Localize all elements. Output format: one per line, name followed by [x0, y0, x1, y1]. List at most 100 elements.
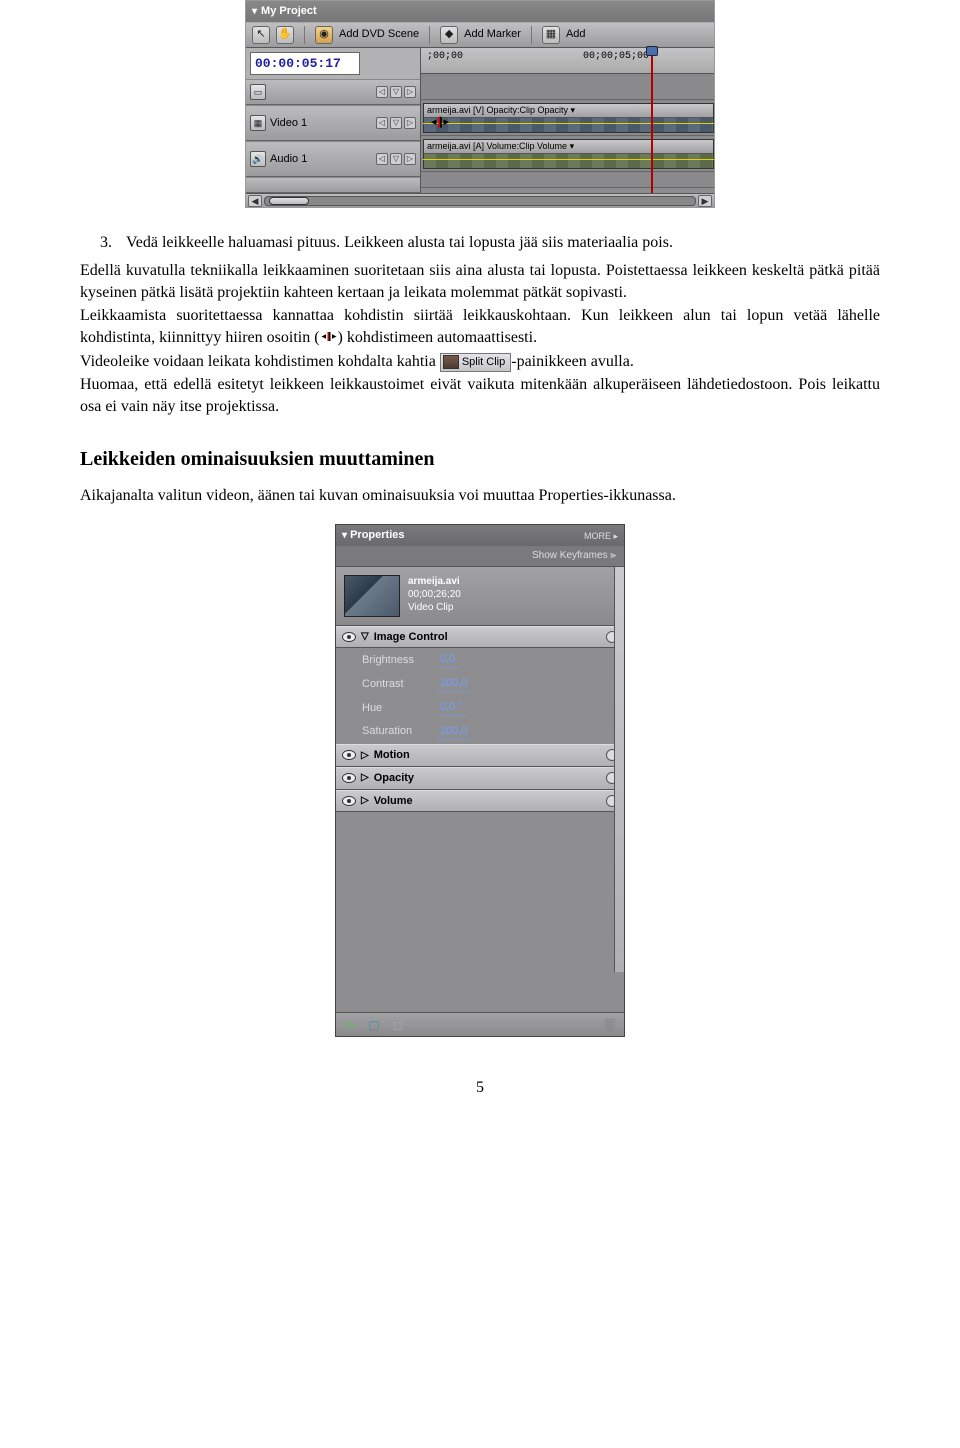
- group-label: Volume: [374, 794, 413, 809]
- text-run: -painikkeen avulla.: [511, 353, 634, 370]
- track-head-extra: [246, 177, 420, 193]
- scrollbar[interactable]: [614, 567, 624, 973]
- show-keyframes-toggle[interactable]: Show Keyframes ⫸: [336, 546, 624, 567]
- expand-icon[interactable]: ▽: [361, 630, 369, 644]
- prop-value[interactable]: 100,0: [438, 676, 470, 692]
- pointer-tool-icon[interactable]: ↖: [252, 26, 270, 44]
- timecode[interactable]: 00:00:05:17: [250, 52, 360, 76]
- timeline-scrollbar[interactable]: ◀ ▶: [246, 193, 714, 207]
- properties-footer: ▷ ▢ ◻ 🗑: [336, 1012, 624, 1036]
- add-partial[interactable]: Add: [566, 27, 586, 42]
- split-clip-button[interactable]: Split Clip: [440, 353, 511, 372]
- track-audio-label: Audio 1: [270, 152, 307, 167]
- arrow-left-icon[interactable]: ◁: [376, 153, 388, 165]
- dvd-scene-icon[interactable]: ◉: [315, 26, 333, 44]
- properties-header: ▾ Properties MORE ▸: [336, 525, 624, 546]
- expand-icon[interactable]: ▷: [361, 749, 369, 763]
- paragraph: Edellä kuvatulla tekniikalla leikkaamine…: [80, 260, 880, 303]
- ruler-mark: 00;00;05;00: [583, 50, 649, 64]
- timeline-screenshot: ▾ My Project ↖ ✋ ◉ Add DVD Scene ◆ Add M…: [245, 0, 715, 208]
- prop-value[interactable]: 0,0: [438, 652, 457, 668]
- time-ruler[interactable]: ;00;00 00;00;05;00: [421, 48, 714, 74]
- group-label: Motion: [374, 748, 410, 763]
- text-run: ) kohdistimeen automaattisesti.: [338, 329, 538, 346]
- prop-label: Brightness: [362, 653, 432, 668]
- trim-cursor-icon: [429, 115, 451, 133]
- timeline-body[interactable]: ;00;00 00;00;05;00 armeija.avi [V] Opaci…: [421, 48, 714, 194]
- trim-cursor-icon: [320, 327, 338, 349]
- eye-icon[interactable]: [342, 632, 356, 642]
- video-clip-label: armeija.avi [V] Opacity:Clip Opacity ▾: [424, 104, 713, 118]
- collapse-icon: ▾: [342, 530, 347, 541]
- arrow-right-icon[interactable]: ▷: [404, 153, 416, 165]
- top-track-body[interactable]: [421, 74, 714, 100]
- arrow-down-icon[interactable]: ▽: [390, 86, 402, 98]
- track-video-label: Video 1: [270, 116, 307, 131]
- scroll-track[interactable]: [264, 196, 696, 206]
- play-icon[interactable]: ▷: [342, 1017, 358, 1033]
- eye-icon[interactable]: [342, 773, 356, 783]
- stop-icon[interactable]: ◻: [390, 1017, 406, 1033]
- audio-track-body[interactable]: armeija.avi [A] Volume:Clip Volume ▾: [421, 136, 714, 172]
- more-menu[interactable]: MORE ▸: [584, 530, 618, 542]
- arrow-down-icon[interactable]: ▽: [390, 117, 402, 129]
- extra-track-body[interactable]: [421, 172, 714, 188]
- clip-type: Video Clip: [408, 601, 461, 614]
- arrow-right-icon[interactable]: ▷: [404, 117, 416, 129]
- frame-icon[interactable]: ▢: [366, 1017, 382, 1033]
- opacity-line: [423, 123, 714, 124]
- arrow-down-icon[interactable]: ▽: [390, 153, 402, 165]
- group-opacity[interactable]: ▷ Opacity: [336, 767, 624, 790]
- panel-header: ▾ My Project: [246, 1, 714, 22]
- arrow-left-icon[interactable]: ◁: [376, 117, 388, 129]
- track-head-audio: 🔊 Audio 1 ◁ ▽ ▷: [246, 141, 420, 177]
- group-volume[interactable]: ▷ Volume: [336, 790, 624, 813]
- scroll-right-icon[interactable]: ▶: [698, 195, 712, 207]
- prop-brightness: Brightness 0,0: [336, 648, 624, 672]
- add-icon[interactable]: ▦: [542, 26, 560, 44]
- clip-info: armeija.avi 00;00;26;20 Video Clip: [336, 567, 624, 626]
- prop-value[interactable]: 100,0: [438, 724, 470, 740]
- text-run: Videoleike voidaan leikata kohdistimen k…: [80, 353, 440, 370]
- group-motion[interactable]: ▷ Motion: [336, 744, 624, 767]
- prop-label: Contrast: [362, 677, 432, 692]
- audio-clip-label: armeija.avi [A] Volume:Clip Volume ▾: [424, 140, 713, 154]
- audio-clip[interactable]: armeija.avi [A] Volume:Clip Volume ▾: [423, 139, 714, 169]
- prop-saturation: Saturation 100,0: [336, 720, 624, 744]
- video-clip[interactable]: armeija.avi [V] Opacity:Clip Opacity ▾: [423, 103, 714, 133]
- group-image-control[interactable]: ▽ Image Control: [336, 626, 624, 649]
- trash-icon[interactable]: 🗑: [602, 1017, 618, 1033]
- arrow-left-icon[interactable]: ◁: [376, 86, 388, 98]
- paragraph: Leikkaamista suoritettaessa kannattaa ko…: [80, 305, 880, 349]
- filmstrip-icon: ▦: [250, 115, 266, 131]
- marker-icon[interactable]: ◆: [440, 26, 458, 44]
- add-dvd-scene-button[interactable]: Add DVD Scene: [339, 27, 419, 42]
- prop-label: Hue: [362, 701, 432, 716]
- clip-name: armeija.avi: [408, 575, 461, 588]
- collapse-icon: ▾: [252, 5, 257, 19]
- group-label: Image Control: [374, 630, 448, 645]
- clip-thumbnail: [344, 575, 400, 617]
- eye-icon[interactable]: [342, 796, 356, 806]
- paragraph: Videoleike voidaan leikata kohdistimen k…: [80, 351, 880, 373]
- speaker-icon: 🔊: [250, 151, 266, 167]
- prop-hue: Hue 0,0 °: [336, 696, 624, 720]
- ruler-mark: ;00;00: [427, 50, 463, 64]
- eye-icon[interactable]: [342, 750, 356, 760]
- volume-line: [423, 159, 714, 160]
- playhead-handle-icon[interactable]: [646, 46, 658, 56]
- section-heading: Leikkeiden ominaisuuksien muuttaminen: [80, 446, 880, 473]
- video-track-body[interactable]: armeija.avi [V] Opacity:Clip Opacity ▾: [421, 100, 714, 136]
- scroll-left-icon[interactable]: ◀: [248, 195, 262, 207]
- panel-title: My Project: [261, 4, 317, 19]
- prop-value[interactable]: 0,0 °: [438, 700, 465, 716]
- add-marker-button[interactable]: Add Marker: [464, 27, 521, 42]
- hand-tool-icon[interactable]: ✋: [276, 26, 294, 44]
- track-head-top: ▭ ◁ ▽ ▷: [246, 79, 420, 105]
- expand-icon[interactable]: ▷: [361, 794, 369, 808]
- expand-icon[interactable]: ▷: [361, 771, 369, 785]
- scroll-thumb[interactable]: [269, 197, 309, 205]
- playhead[interactable]: [651, 48, 653, 194]
- group-label: Opacity: [374, 771, 414, 786]
- arrow-right-icon[interactable]: ▷: [404, 86, 416, 98]
